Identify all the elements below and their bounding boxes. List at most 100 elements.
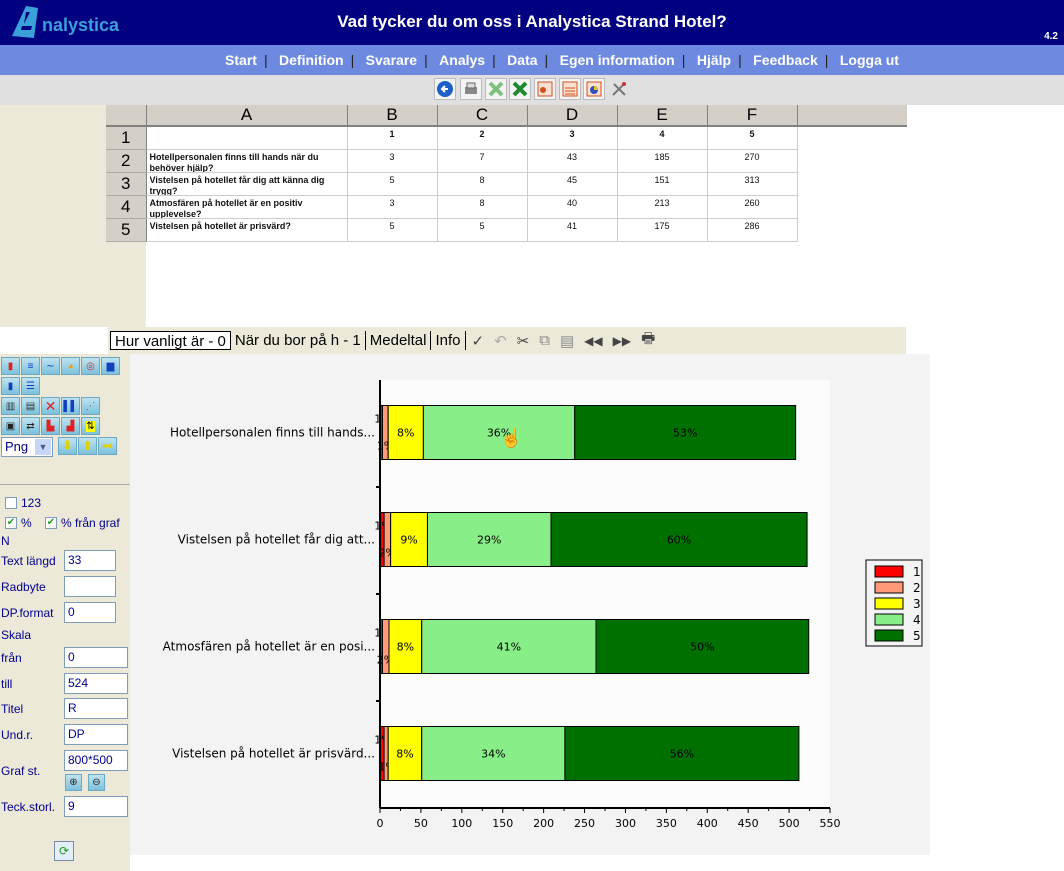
nav-egen-information[interactable]: Egen information [560,52,675,68]
cell-value[interactable]: 43 [526,149,618,173]
cell-question[interactable]: Vistelsen på hotellet får dig att känna … [145,172,348,196]
back-button[interactable] [434,78,456,100]
row-header[interactable]: 2 [106,149,147,173]
print-button[interactable] [460,78,482,100]
cell-value[interactable]: 2 [436,125,528,150]
tools-button[interactable] [608,78,630,100]
cell-value[interactable]: 185 [616,149,708,173]
cell-value[interactable]: 270 [706,149,798,173]
cell-value[interactable]: 3 [346,195,438,219]
title-bottom-button[interactable]: ▟ [61,417,80,435]
cell-value[interactable]: 313 [706,172,798,196]
tab-nar-du-bor[interactable]: När du bor på h - 1 [231,331,365,350]
row-header[interactable]: 1 [106,126,147,150]
cell-value[interactable]: 8 [436,195,528,219]
cell-value[interactable]: 5 [706,125,798,150]
bar-chart-horizontal-button[interactable]: ≡ [21,357,40,375]
cell-value[interactable]: 41 [526,218,618,242]
cell-value[interactable]: 8 [436,172,528,196]
col-header-c[interactable]: C [437,105,528,127]
image-format-select[interactable]: Png ▼ [1,437,53,457]
excel-light-button[interactable] [485,78,507,100]
bar-chart-vertical-button[interactable]: ▮ [1,357,20,375]
nav-logga-ut[interactable]: Logga ut [840,52,899,68]
nav-definition[interactable]: Definition [279,52,344,68]
col-header-d[interactable]: D [527,105,618,127]
cell-value[interactable]: 3 [526,125,618,150]
horizontal-grid-button[interactable]: ▤ [21,397,40,415]
nav-hjalp[interactable]: Hjälp [697,52,731,68]
checkbox-123[interactable] [5,497,17,509]
legend-button[interactable]: ▣ [1,417,20,435]
checkbox-percent-from-graph[interactable]: ✔ [45,517,57,529]
copy-icon[interactable]: ⧉ [539,332,550,349]
cell-question[interactable] [145,125,348,150]
powerpoint-table-button[interactable] [559,78,581,100]
vertical-grid-button[interactable]: ▥ [1,397,20,415]
cell-question[interactable]: Hotellpersonalen finns till hands när du… [145,149,348,173]
no-grid-button[interactable]: ✕ [41,397,60,415]
cell-value[interactable]: 1 [346,125,438,150]
move-up-button[interactable]: ⬆ [78,437,97,455]
title-input[interactable]: R [64,698,128,719]
col-header-b[interactable]: B [347,105,438,127]
move-down-button[interactable]: ⬇ [58,437,77,455]
title-top-button[interactable]: ▙ [41,417,60,435]
excel-button[interactable] [509,78,531,100]
refresh-button[interactable]: ⟳ [54,841,74,861]
cell-value[interactable]: 5 [346,172,438,196]
nav-feedback[interactable]: Feedback [753,52,818,68]
print-icon[interactable]: 🖶 [641,328,655,353]
checkbox-percent[interactable]: ✔ [5,517,17,529]
subtitle-input[interactable]: DP [64,724,128,745]
line-break-input[interactable] [64,576,116,597]
cell-question[interactable]: Atmosfären på hotellet är en positiv upp… [145,195,348,219]
area-chart-button[interactable]: ▆ [101,357,120,375]
col-header-e[interactable]: E [617,105,708,127]
cell-value[interactable]: 5 [346,218,438,242]
check-icon[interactable]: ✓ [472,332,485,350]
pie-chart-button[interactable]: ◕ [61,357,80,375]
move-right-button[interactable]: ➡ [98,437,117,455]
row-header[interactable]: 4 [106,195,147,219]
scale-from-input[interactable]: 0 [64,647,128,668]
cell-value[interactable]: 213 [616,195,708,219]
sort-button[interactable]: ⇅ [81,417,100,435]
stacked-bar-vertical-button[interactable]: ▮ [1,377,20,395]
cell-value[interactable]: 286 [706,218,798,242]
cell-question[interactable]: Vistelsen på hotellet är prisvärd? [145,218,348,242]
cell-value[interactable]: 5 [436,218,528,242]
text-length-input[interactable]: 33 [64,550,116,571]
zoom-in-button[interactable]: ⊕ [65,774,82,791]
swap-axes-button[interactable]: ⇄ [21,417,40,435]
powerpoint-pie-button[interactable] [583,78,605,100]
tab-medeltal[interactable]: Medeltal [366,331,431,350]
cell-value[interactable]: 4 [616,125,708,150]
font-size-input[interactable]: 9 [64,796,128,817]
row-header[interactable]: 5 [106,218,147,242]
cell-value[interactable]: 151 [616,172,708,196]
row-header[interactable]: 3 [106,172,147,196]
nav-svarare[interactable]: Svarare [366,52,417,68]
nav-start[interactable]: Start [225,52,257,68]
cell-value[interactable]: 3 [346,149,438,173]
undo-icon[interactable]: ↶ [494,332,507,350]
cell-value[interactable]: 40 [526,195,618,219]
donut-chart-button[interactable]: ◎ [81,357,100,375]
bar-style-button[interactable]: ▌▌ [61,397,80,415]
tab-hur-vanligt[interactable]: Hur vanligt är - 0 [110,331,231,350]
paste-icon[interactable]: ▤ [560,332,574,350]
cell-value[interactable]: 175 [616,218,708,242]
scale-to-input[interactable]: 524 [64,673,128,694]
cell-value[interactable]: 260 [706,195,798,219]
cell-value[interactable]: 45 [526,172,618,196]
graph-size-input[interactable]: 800*500 [64,750,128,771]
rewind-icon[interactable]: ◀◀ [584,334,602,348]
cut-icon[interactable]: ✂ [517,332,530,350]
col-header-f[interactable]: F [707,105,798,127]
dp-format-input[interactable]: 0 [64,602,116,623]
forward-icon[interactable]: ▶▶ [613,334,631,348]
tab-info[interactable]: Info [431,331,464,350]
nav-data[interactable]: Data [507,52,537,68]
powerpoint-chart-button[interactable] [534,78,556,100]
